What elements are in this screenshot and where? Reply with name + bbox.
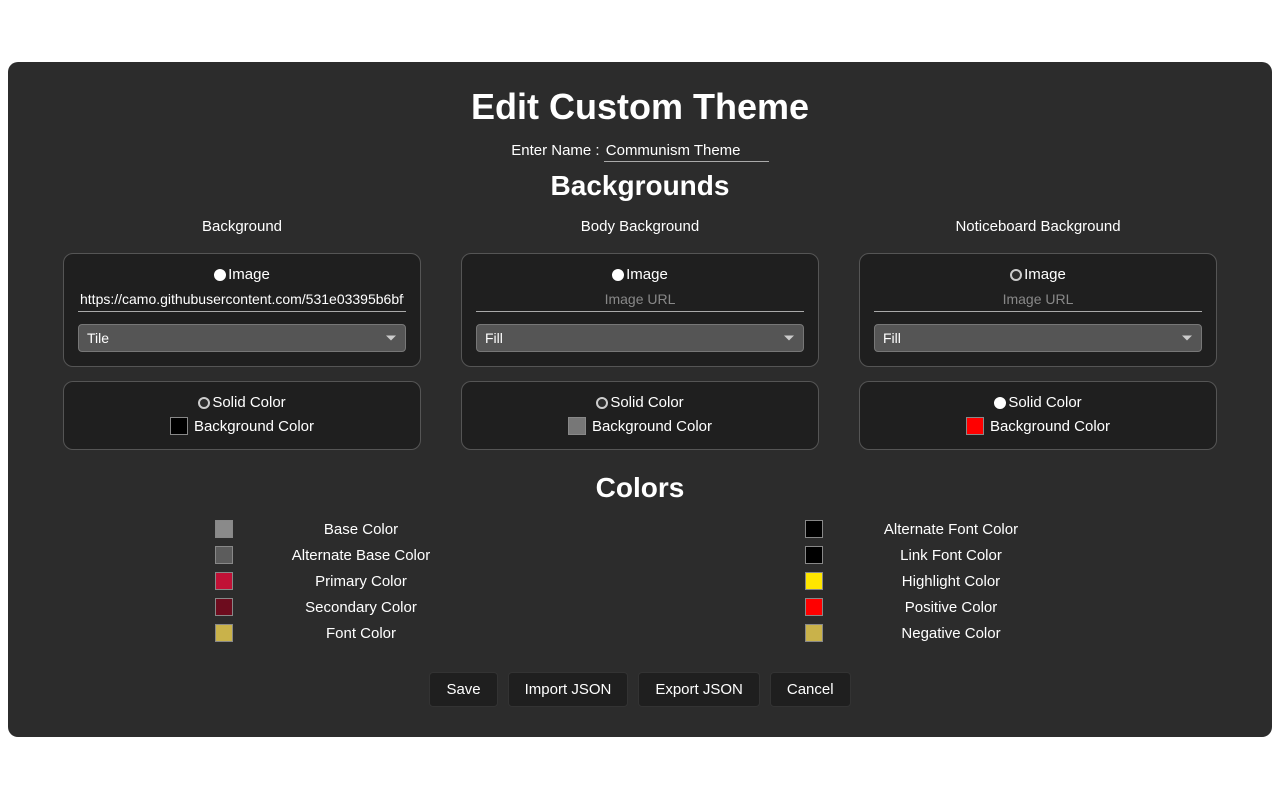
image-label: Image <box>626 266 668 283</box>
font-color-swatch[interactable] <box>215 624 233 642</box>
background-color-label: Background Color <box>990 418 1110 435</box>
body-background-solid-card: Solid Color Background Color <box>461 381 819 450</box>
colors-left-column: Base Color Alternate Base Color Primary … <box>215 520 475 650</box>
color-label: Alternate Font Color <box>837 521 1065 538</box>
body-background-image-card: Image Fill <box>461 253 819 367</box>
color-row: Positive Color <box>805 598 1065 616</box>
noticeboard-background-fill-select[interactable]: Fill <box>874 324 1202 352</box>
background-image-url-input[interactable] <box>78 289 406 312</box>
noticeboard-background-column-title: Noticeboard Background <box>859 218 1217 235</box>
import-json-button[interactable]: Import JSON <box>508 672 629 707</box>
body-background-column-title: Body Background <box>461 218 819 235</box>
image-label: Image <box>228 266 270 283</box>
negative-color-swatch[interactable] <box>805 624 823 642</box>
background-column: Background Image Tile Solid Color <box>63 218 421 464</box>
alternate-font-color-swatch[interactable] <box>805 520 823 538</box>
noticeboard-background-mode-image-radio[interactable] <box>1010 269 1022 281</box>
solid-label: Solid Color <box>212 394 285 411</box>
color-row: Highlight Color <box>805 572 1065 590</box>
background-column-title: Background <box>63 218 421 235</box>
color-row: Negative Color <box>805 624 1065 642</box>
body-background-fill-select[interactable]: Fill <box>476 324 804 352</box>
color-label: Alternate Base Color <box>247 547 475 564</box>
cancel-button[interactable]: Cancel <box>770 672 851 707</box>
image-label: Image <box>1024 266 1066 283</box>
background-solid-card: Solid Color Background Color <box>63 381 421 450</box>
color-row: Font Color <box>215 624 475 642</box>
color-label: Font Color <box>247 625 475 642</box>
color-row: Alternate Base Color <box>215 546 475 564</box>
color-label: Secondary Color <box>247 599 475 616</box>
colors-heading: Colors <box>8 472 1272 504</box>
theme-editor-panel: Edit Custom Theme Enter Name : Backgroun… <box>8 62 1272 737</box>
colors-right-column: Alternate Font Color Link Font Color Hig… <box>805 520 1065 650</box>
solid-label: Solid Color <box>1008 394 1081 411</box>
noticeboard-background-image-url-input[interactable] <box>874 289 1202 312</box>
background-color-label: Background Color <box>592 418 712 435</box>
color-row: Alternate Font Color <box>805 520 1065 538</box>
body-background-mode-solid-radio[interactable] <box>596 397 608 409</box>
save-button[interactable]: Save <box>429 672 497 707</box>
background-fill-select[interactable]: Tile <box>78 324 406 352</box>
link-font-color-swatch[interactable] <box>805 546 823 564</box>
colors-grid: Base Color Alternate Base Color Primary … <box>8 520 1272 650</box>
solid-label: Solid Color <box>610 394 683 411</box>
color-label: Base Color <box>247 521 475 538</box>
body-background-column: Body Background Image Fill Solid Color <box>461 218 819 464</box>
color-label: Positive Color <box>837 599 1065 616</box>
body-background-mode-image-radio[interactable] <box>612 269 624 281</box>
theme-name-input[interactable] <box>604 140 769 162</box>
secondary-color-swatch[interactable] <box>215 598 233 616</box>
color-row: Secondary Color <box>215 598 475 616</box>
backgrounds-grid: Background Image Tile Solid Color <box>8 218 1272 464</box>
noticeboard-background-mode-solid-radio[interactable] <box>994 397 1006 409</box>
name-row: Enter Name : <box>8 140 1272 162</box>
button-row: Save Import JSON Export JSON Cancel <box>8 672 1272 707</box>
color-row: Link Font Color <box>805 546 1065 564</box>
body-background-solid-swatch[interactable] <box>568 417 586 435</box>
backgrounds-heading: Backgrounds <box>8 170 1272 202</box>
background-mode-solid-radio[interactable] <box>198 397 210 409</box>
background-mode-image-radio[interactable] <box>214 269 226 281</box>
noticeboard-background-column: Noticeboard Background Image Fill Solid … <box>859 218 1217 464</box>
color-label: Primary Color <box>247 573 475 590</box>
name-label: Enter Name : <box>511 142 599 159</box>
highlight-color-swatch[interactable] <box>805 572 823 590</box>
primary-color-swatch[interactable] <box>215 572 233 590</box>
noticeboard-background-solid-swatch[interactable] <box>966 417 984 435</box>
background-image-card: Image Tile <box>63 253 421 367</box>
color-label: Negative Color <box>837 625 1065 642</box>
background-solid-swatch[interactable] <box>170 417 188 435</box>
color-label: Link Font Color <box>837 547 1065 564</box>
color-row: Base Color <box>215 520 475 538</box>
export-json-button[interactable]: Export JSON <box>638 672 760 707</box>
body-background-image-url-input[interactable] <box>476 289 804 312</box>
background-color-label: Background Color <box>194 418 314 435</box>
noticeboard-background-solid-card: Solid Color Background Color <box>859 381 1217 450</box>
color-label: Highlight Color <box>837 573 1065 590</box>
page-title: Edit Custom Theme <box>8 86 1272 128</box>
noticeboard-background-image-card: Image Fill <box>859 253 1217 367</box>
base-color-swatch[interactable] <box>215 520 233 538</box>
alternate-base-color-swatch[interactable] <box>215 546 233 564</box>
positive-color-swatch[interactable] <box>805 598 823 616</box>
color-row: Primary Color <box>215 572 475 590</box>
